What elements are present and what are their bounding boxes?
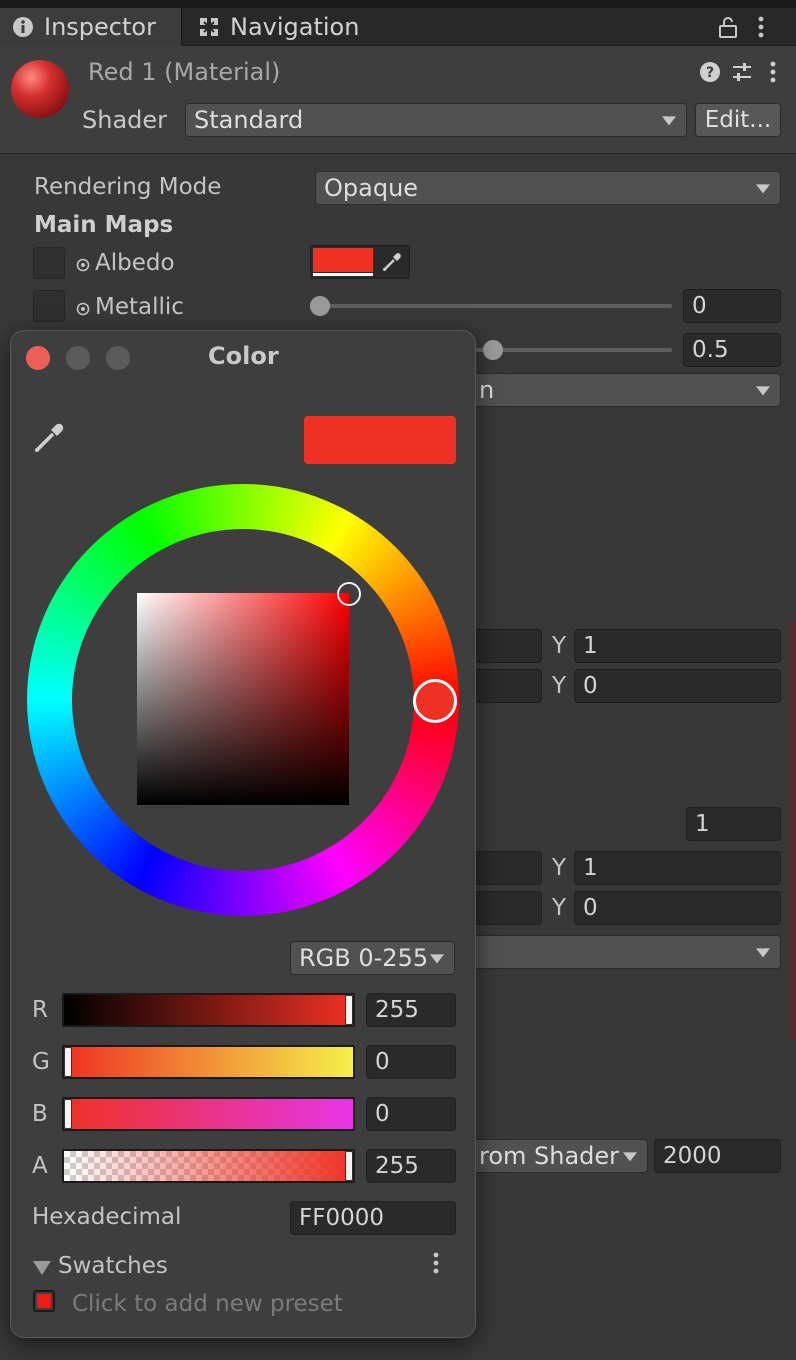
presets-icon[interactable] [730,60,754,88]
rendering-mode-value: Opaque [324,174,419,202]
albedo-texture-slot[interactable] [33,247,65,279]
r-channel-field[interactable]: 255 [366,993,456,1027]
offset-y-field[interactable]: 0 [574,669,781,703]
metallic-label: Metallic [95,294,184,320]
chevron-down-icon [623,1152,637,1162]
b-channel-handle[interactable] [64,1099,72,1129]
g-channel-label: G [32,1049,50,1075]
albedo-color-field[interactable] [310,245,410,279]
color-mode-dropdown[interactable]: RGB 0-255 [290,941,455,975]
swatches-foldout-icon[interactable] [33,1261,51,1275]
add-preset-text: Click to add new preset [72,1291,343,1317]
saturation-value-handle[interactable] [337,582,361,606]
material-preview-sphere [11,60,69,118]
minimize-window-button[interactable] [66,346,90,370]
eyedropper-icon[interactable] [32,419,68,459]
detail-normal-scale-field[interactable]: 1 [686,807,781,841]
tab-inspector[interactable]: Inspector [0,8,182,46]
svg-text:?: ? [706,65,714,81]
metallic-slider-track[interactable] [318,304,672,308]
shader-dropdown-value: Standard [194,106,304,134]
chevron-down-icon [756,948,770,958]
detail-tiling-y-label: Y [552,855,567,881]
zoom-window-button[interactable] [106,346,130,370]
main-maps-heading: Main Maps [34,212,174,238]
offset-y-label: Y [552,673,567,699]
swatches-label[interactable]: Swatches [58,1253,168,1279]
object-picker-icon[interactable] [76,257,90,276]
scrollbar-accent [790,620,796,1040]
chevron-down-icon [662,116,676,126]
metallic-texture-slot[interactable] [33,290,65,322]
tab-menu-icon[interactable] [754,15,768,43]
object-picker-icon[interactable] [76,301,90,320]
render-queue-mode: rom Shader [479,1142,620,1170]
a-channel-handle[interactable] [345,1151,353,1181]
add-preset-swatch[interactable] [33,1290,55,1312]
eyedropper-icon[interactable] [381,251,403,277]
color-picker-title: Color [208,342,279,370]
detail-tiling-y-field[interactable]: 1 [574,851,781,885]
lock-icon[interactable] [717,15,739,43]
hexadecimal-field[interactable]: FF0000 [290,1201,456,1235]
header-menu-icon[interactable] [766,60,780,88]
help-icon[interactable]: ? [699,61,721,87]
r-channel-label: R [32,997,48,1023]
r-channel-slider[interactable] [62,993,355,1027]
albedo-alpha-bar [313,273,373,276]
close-window-button[interactable] [26,346,50,370]
render-queue-field[interactable]: 2000 [654,1139,781,1173]
tiling-y-label: Y [552,633,567,659]
albedo-color-swatch [313,248,373,272]
rendering-mode-label: Rendering Mode [34,174,222,200]
tiling-y-field[interactable]: 1 [574,629,781,663]
metallic-value-field[interactable]: 0 [683,289,781,323]
shader-label: Shader [82,106,168,134]
b-channel-slider[interactable] [62,1097,355,1131]
rendering-mode-dropdown[interactable]: Opaque [315,171,781,205]
b-channel-label: B [32,1101,48,1127]
detail-offset-y-field[interactable]: 0 [574,891,781,925]
saturation-value-square[interactable] [137,593,349,805]
info-icon [12,16,34,38]
g-channel-slider[interactable] [62,1045,355,1079]
albedo-label: Albedo [95,250,175,276]
metallic-slider-thumb[interactable] [310,296,330,316]
smoothness-value-field[interactable]: 0.5 [683,333,781,367]
tab-inspector-label: Inspector [44,13,156,41]
r-channel-handle[interactable] [345,995,353,1025]
current-color-preview [304,416,456,464]
chevron-down-icon [430,954,444,964]
hue-handle[interactable] [413,679,457,723]
shader-dropdown[interactable]: Standard [185,103,687,137]
smoothness-slider-track[interactable] [476,348,672,352]
uv-set-dropdown[interactable] [440,935,781,969]
chevron-down-icon [756,386,770,396]
tab-navigation-label: Navigation [230,13,360,41]
g-channel-handle[interactable] [64,1047,72,1077]
smoothness-slider-thumb[interactable] [483,340,503,360]
tab-navigation[interactable]: Navigation [198,8,418,46]
window-top-strip [0,0,796,8]
a-channel-label: A [32,1153,48,1179]
b-channel-field[interactable]: 0 [366,1097,456,1131]
chevron-down-icon [756,184,770,194]
material-title: Red 1 (Material) [88,58,281,86]
a-channel-field[interactable]: 255 [366,1149,456,1183]
hexadecimal-label: Hexadecimal [32,1204,182,1230]
detail-offset-y-label: Y [552,895,567,921]
swatches-menu-icon[interactable] [429,1251,443,1279]
edit-shader-button[interactable]: Edit... [695,103,781,137]
color-mode-value: RGB 0-255 [299,944,429,972]
navigation-icon [198,16,220,38]
smoothness-source-dropdown[interactable]: n [440,373,781,407]
a-channel-slider[interactable] [62,1149,355,1183]
g-channel-field[interactable]: 0 [366,1045,456,1079]
